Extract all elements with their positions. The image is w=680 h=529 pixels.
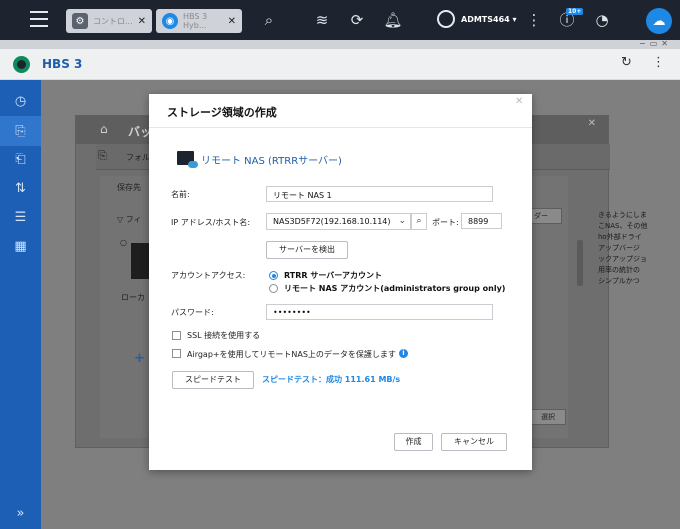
rtrr-account-radio[interactable] — [269, 271, 278, 280]
add-icon: + — [134, 351, 145, 366]
tab-control-panel[interactable]: ⚙ コントロ... ✕ — [66, 9, 152, 33]
sidebar-restore-icon[interactable]: ⎗ — [0, 144, 41, 174]
tab-label: コントロ... — [93, 16, 133, 26]
hbs-icon: ◉ — [162, 13, 178, 29]
speed-test-result: スピードテスト：成功 111.61 MB/s — [262, 375, 401, 384]
notification-badge: 10+ — [566, 8, 584, 15]
search-icon[interactable]: ⌕ — [411, 213, 427, 230]
main-menu-icon[interactable] — [30, 11, 48, 27]
remote-nas-account-label[interactable]: リモート NAS アカウント(administrators group only… — [284, 283, 505, 294]
port-field[interactable]: 8899 — [461, 213, 502, 229]
radio-icon: ○ — [120, 238, 127, 247]
airgap-label[interactable]: Airgap+を使用してリモートNAS上のデータを保護します — [187, 349, 396, 360]
app-title: HBS 3 — [42, 57, 83, 71]
close-icon[interactable]: ✕ — [515, 96, 523, 107]
stack-icon[interactable]: ≋ — [311, 10, 333, 30]
background-description: きるようにしま こNAS、その他 ho外部ドライ アップバージ ックアップジョ … — [598, 211, 648, 285]
remote-nas-icon — [177, 151, 198, 168]
save-label: 保存先 — [117, 183, 141, 192]
user-avatar-icon — [437, 10, 455, 28]
cloud-icon[interactable]: ☁ — [646, 8, 672, 34]
password-label: パスワード: — [171, 308, 214, 317]
sync-icon[interactable]: ⟳ — [346, 10, 368, 30]
local-label: ローカ — [121, 293, 145, 302]
speed-test-button[interactable]: スピードテスト — [172, 371, 254, 389]
sidebar-backup-icon[interactable]: ⎘ — [0, 116, 41, 146]
ip-select[interactable]: NAS3D5F72(192.168.10.114) ⌄ — [266, 213, 411, 230]
password-field[interactable]: •••••••• — [266, 304, 493, 320]
sidebar-services-icon[interactable]: ▦ — [0, 231, 41, 261]
gear-icon: ⚙ — [72, 13, 88, 29]
window-bar: −▭✕ — [0, 39, 680, 49]
hbs-logo — [13, 56, 30, 73]
dialog-title: ストレージ領域の作成 — [167, 106, 277, 119]
name-label: 名前: — [171, 190, 190, 199]
search-icon[interactable]: ⌕ — [258, 10, 280, 30]
sidebar-sync-icon[interactable]: ⇅ — [0, 173, 41, 203]
sidebar-storage-icon[interactable]: ☰ — [0, 202, 41, 232]
chevron-down-icon: ⌄ — [398, 216, 406, 226]
ssl-label[interactable]: SSL 接続を使用する — [187, 330, 260, 341]
create-button[interactable]: 作成 — [394, 433, 433, 451]
backup-icon: ⌂ — [100, 122, 108, 136]
close-icon: ✕ — [587, 118, 596, 129]
divider — [149, 127, 532, 128]
close-tab-icon[interactable]: ✕ — [228, 16, 236, 27]
port-label: ポート: — [432, 218, 459, 227]
name-field[interactable]: リモート NAS 1 — [266, 186, 493, 202]
ip-value: NAS3D5F72(192.168.10.114) — [273, 217, 391, 226]
dashboard-gauge-icon[interactable]: ◔ — [591, 10, 613, 30]
rtrr-account-label[interactable]: RTRR サーバーアカウント — [284, 270, 382, 281]
more-vertical-icon[interactable]: ⋮ — [523, 10, 545, 30]
filter-label: ▽ フィ — [117, 215, 142, 224]
top-bar: ⚙ コントロ... ✕ ◉ HBS 3 Hyb... ✕ ⌕ ≋ ⟳ 🔔︎ AD… — [0, 0, 680, 40]
more-options-icon[interactable]: ⋮ — [652, 55, 665, 70]
expand-sidebar-icon[interactable]: » — [0, 506, 41, 521]
window-controls[interactable]: −▭✕ — [639, 39, 672, 48]
background-scrollbar — [577, 240, 583, 286]
user-menu[interactable]: ADMTS464 ▾ — [437, 10, 517, 28]
sidebar-overview-icon[interactable]: ◷ — [0, 86, 41, 116]
ip-label: IP アドレス/ホスト名: — [171, 218, 251, 227]
airgap-checkbox[interactable] — [172, 349, 181, 358]
create-storage-dialog: ストレージ領域の作成 ✕ リモート NAS (RTRRサーバー) 名前: リモー… — [149, 94, 532, 470]
cancel-button[interactable]: キャンセル — [441, 433, 507, 451]
refresh-icon[interactable]: ↻ — [621, 55, 632, 70]
tab-label: HBS 3 Hyb... — [183, 12, 208, 30]
account-access-label: アカウントアクセス: — [171, 271, 246, 280]
remote-nas-account-radio[interactable] — [269, 284, 278, 293]
close-tab-icon[interactable]: ✕ — [138, 16, 146, 27]
bell-icon[interactable]: 🔔︎ — [382, 10, 404, 30]
app-header: HBS 3 ↻ ⋮ — [0, 49, 680, 80]
detect-server-button[interactable]: サーバーを検出 — [266, 241, 348, 259]
section-title: リモート NAS (RTRRサーバー) — [201, 156, 342, 167]
background-select-button: 選択 — [530, 409, 566, 425]
sidebar: ◷ ⎘ ⎗ ⇅ ☰ ▦ » — [0, 80, 41, 529]
username: ADMTS464 ▾ — [461, 14, 517, 24]
tab-hbs[interactable]: ◉ HBS 3 Hyb... ✕ — [156, 9, 242, 33]
folder-icon: ⎘ — [98, 149, 107, 162]
info-icon[interactable]: i — [399, 349, 408, 358]
ssl-checkbox[interactable] — [172, 331, 181, 340]
